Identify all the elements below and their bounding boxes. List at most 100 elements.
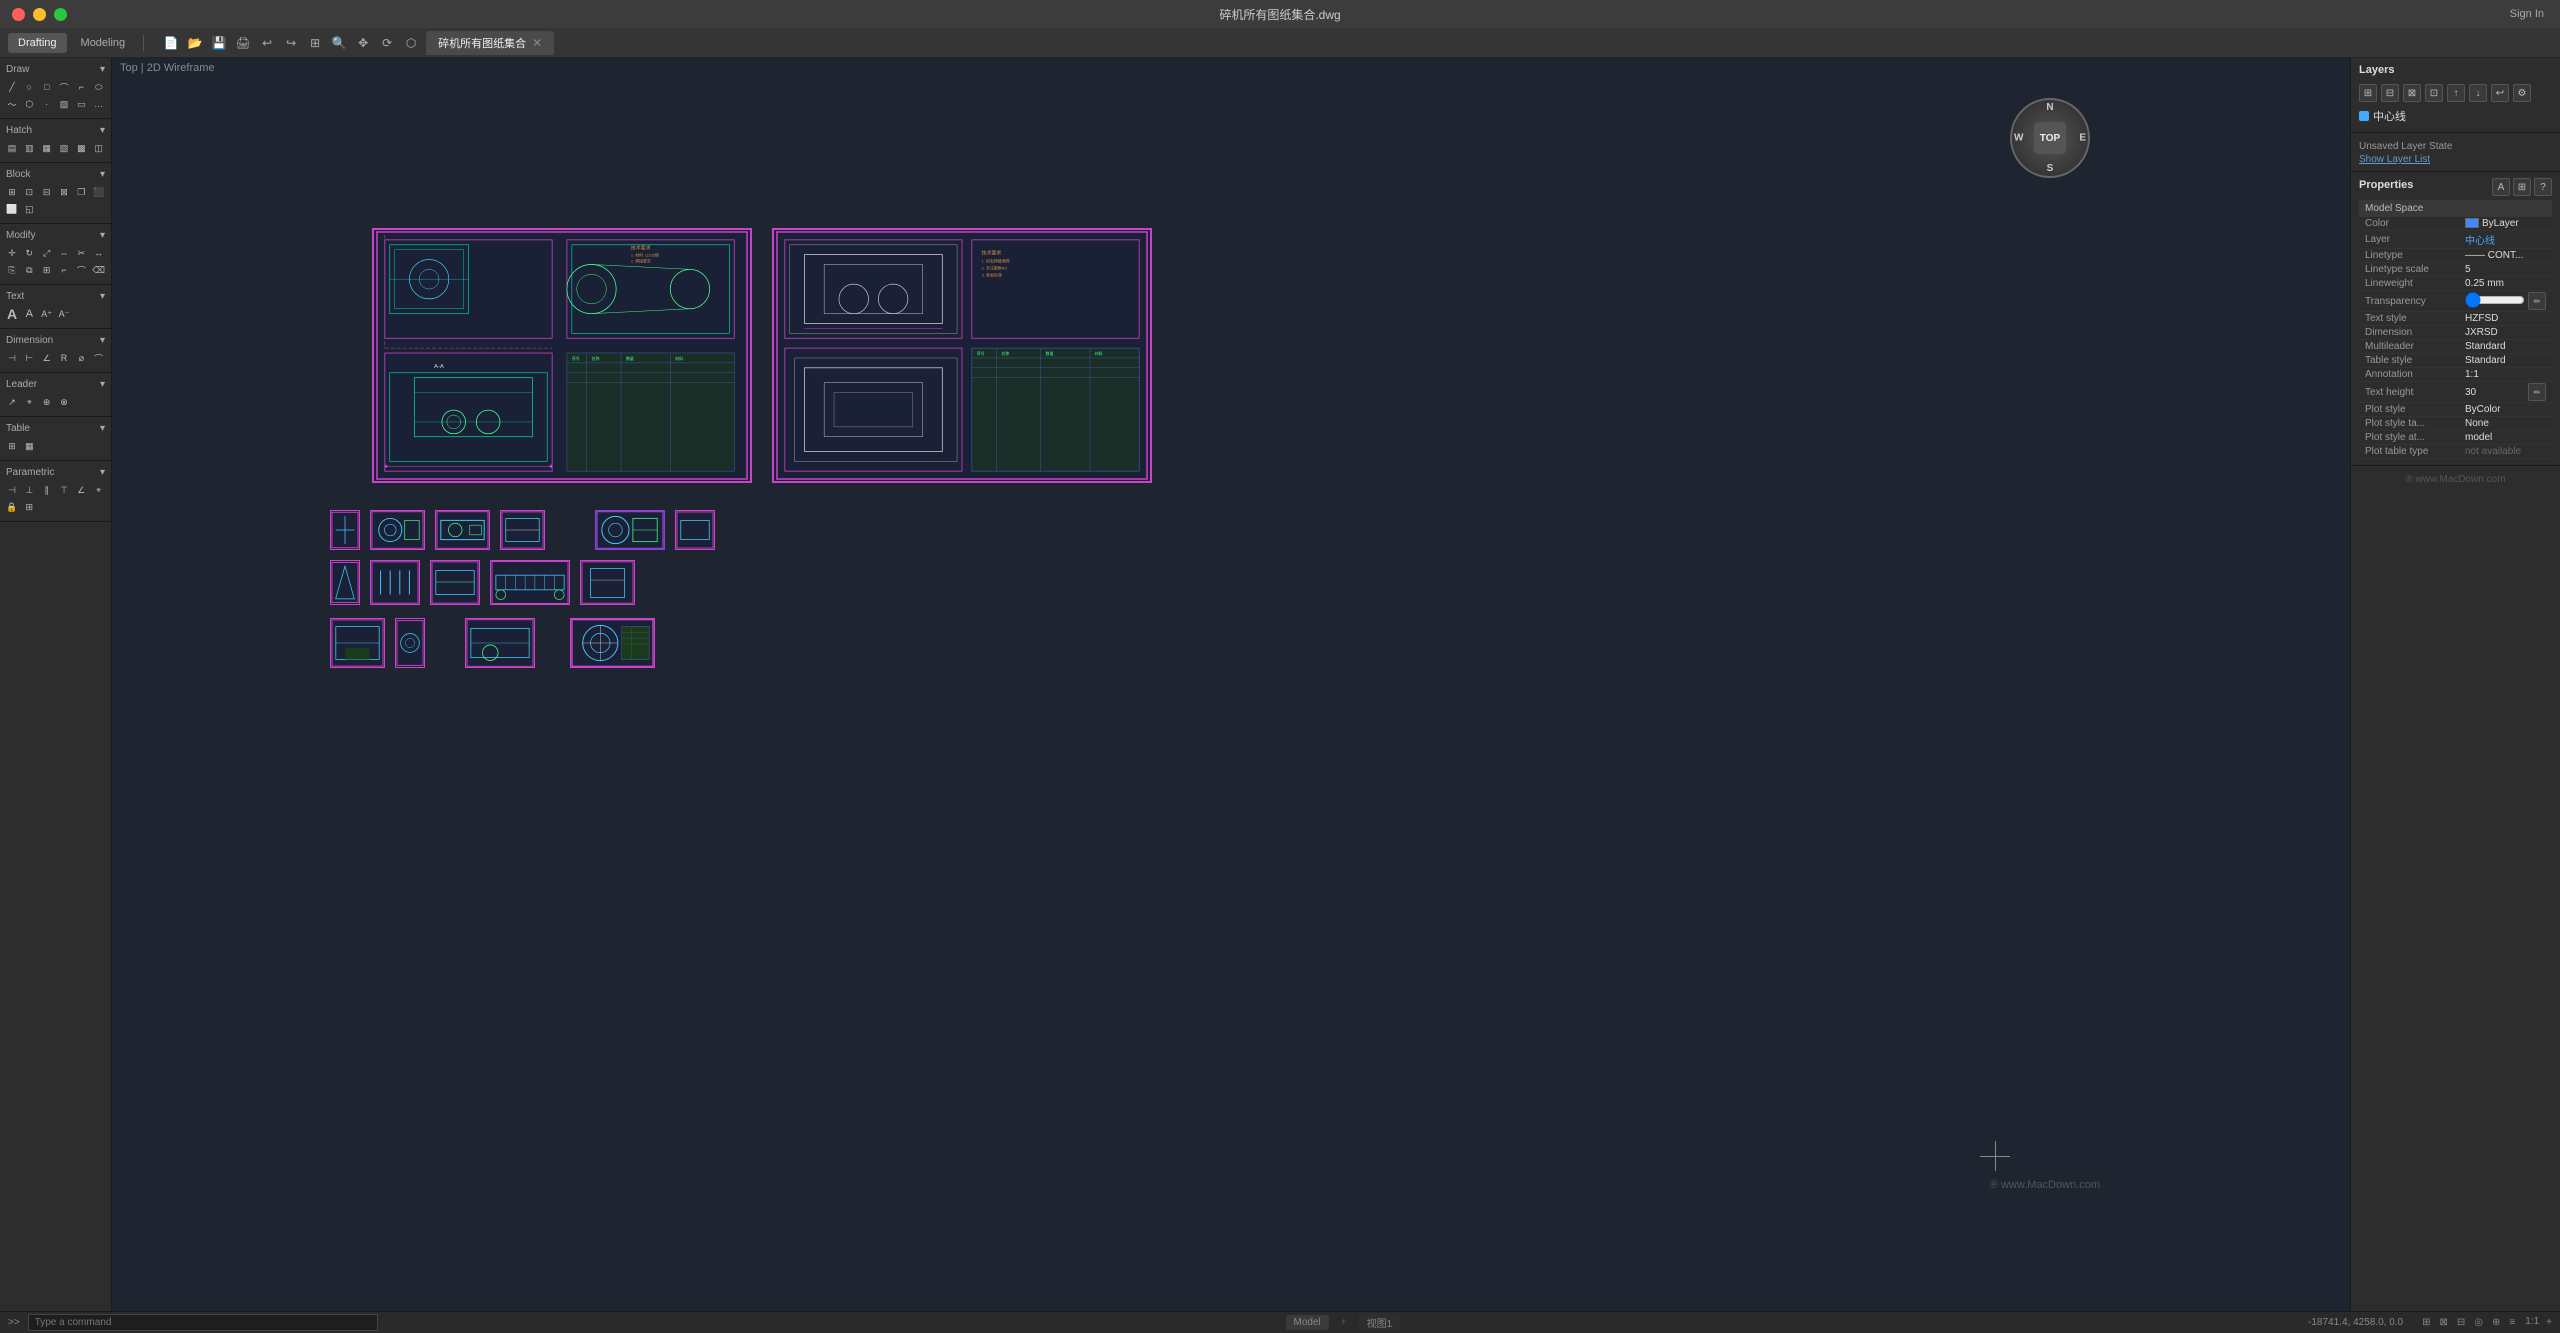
leader-section-header[interactable]: Leader ▾ [2, 377, 109, 392]
hatch-tool5[interactable]: ▩ [73, 140, 89, 156]
drawing-container[interactable]: 技术要求 1. 材料: Q235钢 2. 焊接要求 A-A [112, 58, 2350, 1311]
dim-radius[interactable]: R [56, 350, 72, 366]
modify-section-header[interactable]: Modify ▾ [2, 228, 109, 243]
file-tab-close[interactable]: ✕ [532, 36, 542, 50]
hatch-tool6[interactable]: ◫ [91, 140, 107, 156]
block-tool4[interactable]: ⊠ [56, 184, 72, 200]
thumb-3[interactable] [435, 510, 490, 550]
thumb-r2-3[interactable] [430, 560, 480, 605]
polygon-tool[interactable]: ⬡ [21, 96, 37, 112]
table-section-header[interactable]: Table ▾ [2, 421, 109, 436]
main-drawing-left[interactable]: 技术要求 1. 材料: Q235钢 2. 焊接要求 A-A [372, 228, 752, 483]
thumb-r3-4[interactable] [570, 618, 655, 668]
fillet-tool[interactable]: ⌐ [56, 262, 72, 278]
3d-icon[interactable]: ⬡ [400, 32, 422, 54]
param-tool4[interactable]: ⊤ [56, 482, 72, 498]
close-button[interactable] [12, 8, 25, 21]
layer-icon-1[interactable]: ⊞ [2359, 84, 2377, 102]
leader-toggle[interactable]: ▾ [100, 379, 105, 390]
layer-icon-2[interactable]: ⊟ [2381, 84, 2399, 102]
print-icon[interactable]: 🖨 [232, 32, 254, 54]
block-tool2[interactable]: ⊡ [21, 184, 37, 200]
layer-icon-7[interactable]: ↩ [2491, 84, 2509, 102]
open-file-icon[interactable]: 📂 [184, 32, 206, 54]
file-tab[interactable]: 碎机所有图纸集合 ✕ [426, 31, 554, 55]
dim-angular[interactable]: ∠ [39, 350, 55, 366]
properties-toggle-2[interactable]: ⊞ [2513, 178, 2531, 196]
textheight-edit-btn[interactable]: ✏ [2528, 383, 2546, 401]
hatch-tool4[interactable]: ▧ [56, 140, 72, 156]
thumb-5-selected[interactable] [595, 510, 665, 550]
layer-icon-5[interactable]: ↑ [2447, 84, 2465, 102]
orbit-icon[interactable]: ⟳ [376, 32, 398, 54]
text-tool3[interactable]: A⁺ [39, 306, 55, 322]
transparency-slider[interactable] [2465, 296, 2525, 304]
dim-linear[interactable]: ⊣ [4, 350, 20, 366]
param-tool5[interactable]: ∠ [73, 482, 89, 498]
layer-icon-6[interactable]: ↓ [2469, 84, 2487, 102]
osnap-toggle[interactable]: ⊕ [2489, 1316, 2503, 1329]
line-tool[interactable]: ╱ [4, 79, 20, 95]
view-tab[interactable]: 视图1 [1359, 1313, 1401, 1332]
spline-tool[interactable]: 〜 [4, 96, 20, 112]
thumb-r2-2[interactable] [370, 560, 420, 605]
block-tool5[interactable]: ❐ [73, 184, 89, 200]
table-tool2[interactable]: ▦ [21, 438, 37, 454]
text-section-header[interactable]: Text ▾ [2, 289, 109, 304]
dim-diameter[interactable]: ⌀ [73, 350, 89, 366]
hatch-section-header[interactable]: Hatch ▾ [2, 123, 109, 138]
param-tool2[interactable]: ⊥ [21, 482, 37, 498]
point-tool[interactable]: · [39, 96, 55, 112]
thumb-1[interactable] [330, 510, 360, 550]
text-tool4[interactable]: A⁻ [56, 306, 72, 322]
draw-toggle[interactable]: ▾ [100, 64, 105, 75]
rect-tool[interactable]: □ [39, 79, 55, 95]
region-tool[interactable]: ▭ [73, 96, 89, 112]
dimension-toggle[interactable]: ▾ [100, 335, 105, 346]
layer-icon-4[interactable]: ⊡ [2425, 84, 2443, 102]
leader-tool4[interactable]: ⊗ [56, 394, 72, 410]
block-tool6[interactable]: ⬛ [91, 184, 107, 200]
ortho-toggle[interactable]: ⊟ [2454, 1316, 2468, 1329]
thumb-r3-3[interactable] [465, 618, 535, 668]
signin-link[interactable]: Sign In [2510, 8, 2544, 20]
redo-icon[interactable]: ↪ [280, 32, 302, 54]
model-tab[interactable]: Model [1286, 1315, 1329, 1330]
array-tool[interactable]: ⊞ [39, 262, 55, 278]
extend-tool[interactable]: ↔ [91, 245, 107, 261]
block-toggle[interactable]: ▾ [100, 169, 105, 180]
thumb-r2-4[interactable] [490, 560, 570, 605]
hatch-toggle[interactable]: ▾ [100, 125, 105, 136]
rotate-tool[interactable]: ↻ [21, 245, 37, 261]
thumb-r2-1[interactable] [330, 560, 360, 605]
tab-modeling[interactable]: Modeling [71, 33, 136, 53]
copy-tool[interactable]: ⎘ [4, 262, 20, 278]
main-drawing-right[interactable]: 技术要求 1. 所有焊缝满焊 2. 未注圆角R3 3. 表面处理 [772, 228, 1152, 483]
hatch-tool3[interactable]: ▦ [39, 140, 55, 156]
grid-toggle[interactable]: ⊞ [2419, 1316, 2433, 1329]
dim-aligned[interactable]: ⊢ [21, 350, 37, 366]
save-icon[interactable]: 💾 [208, 32, 230, 54]
block-tool8[interactable]: ◱ [21, 201, 37, 217]
hatch-tool2[interactable]: ▥ [21, 140, 37, 156]
modify-toggle[interactable]: ▾ [100, 230, 105, 241]
parametric-toggle[interactable]: ▾ [100, 467, 105, 478]
prop-val-layer[interactable]: 中心线 [2465, 232, 2546, 247]
properties-toggle-3[interactable]: ? [2534, 178, 2552, 196]
ellipse-tool[interactable]: ⬭ [91, 79, 107, 95]
parametric-section-header[interactable]: Parametric ▾ [2, 465, 109, 480]
thumb-r2-5[interactable] [580, 560, 635, 605]
maximize-button[interactable] [54, 8, 67, 21]
param-tool6[interactable]: ⌖ [91, 482, 107, 498]
mirror-tool[interactable]: ⇔ [56, 245, 72, 261]
offset-tool[interactable]: ⧉ [21, 262, 37, 278]
minimize-button[interactable] [33, 8, 46, 21]
leader-tool2[interactable]: ⌖ [21, 394, 37, 410]
text-toggle[interactable]: ▾ [100, 291, 105, 302]
param-tool7[interactable]: 🔒 [4, 499, 20, 515]
layer-icon-3[interactable]: ⊠ [2403, 84, 2421, 102]
more-draw[interactable]: … [91, 96, 107, 112]
layer-icon-8[interactable]: ⚙ [2513, 84, 2531, 102]
layer-item-center[interactable]: 中心线 [2359, 106, 2552, 126]
move-tool[interactable]: ✛ [4, 245, 20, 261]
